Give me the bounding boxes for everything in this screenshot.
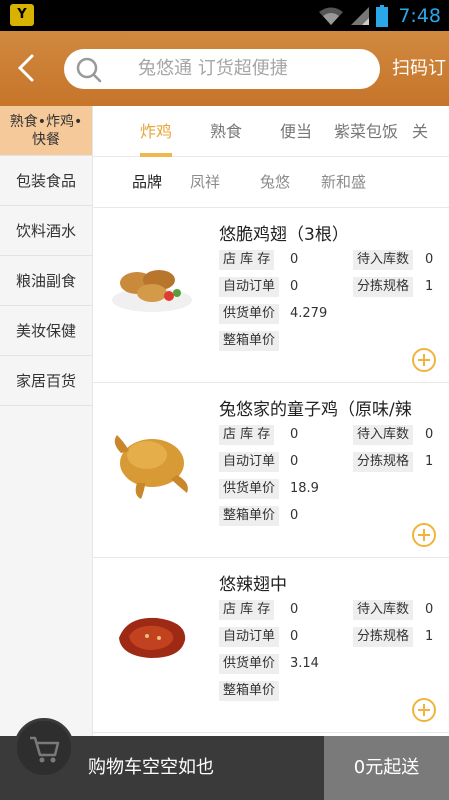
- tab-kimbap[interactable]: 紫菜包饭: [334, 106, 398, 157]
- tab-deli[interactable]: 熟食: [210, 106, 242, 157]
- unit-price-label: 供货单价: [219, 654, 280, 674]
- status-bar: Y 7:48: [0, 0, 449, 31]
- brand-fengxiang[interactable]: 凤祥: [190, 157, 220, 208]
- sidebar-item-home[interactable]: 家居百货: [0, 356, 92, 406]
- spec-label: 分拣规格: [353, 277, 414, 297]
- auto-order-label: 自动订单: [219, 627, 280, 647]
- stock-value: 0: [290, 252, 299, 267]
- chevron-left-icon: [17, 54, 34, 82]
- wifi-icon: [319, 7, 344, 25]
- pending-value: 0: [425, 427, 434, 442]
- tab-fried-chicken[interactable]: 炸鸡: [140, 106, 172, 157]
- cart-button[interactable]: [14, 718, 74, 778]
- pending-value: 0: [425, 602, 434, 617]
- product-item[interactable]: 悠辣翅中 店 库 存 0 待入库数 0 自动订单 0 分拣规格 1 供货单价 3…: [93, 558, 449, 733]
- pending-label: 待入库数: [353, 250, 414, 270]
- pending-label: 待入库数: [353, 600, 414, 620]
- spec-value: 1: [425, 279, 434, 294]
- brand-label: 品牌: [132, 173, 163, 191]
- box-price-label: 整箱单价: [219, 506, 280, 526]
- sidebar-item-beauty[interactable]: 美妆保健: [0, 306, 92, 356]
- product-name: 悠脆鸡翅（3根）: [219, 225, 349, 245]
- tab-bento[interactable]: 便当: [280, 106, 312, 157]
- signal-icon: [351, 6, 370, 25]
- stock-value: 0: [290, 602, 299, 617]
- add-to-cart-button[interactable]: [412, 698, 436, 722]
- product-list: 悠脆鸡翅（3根） 店 库 存 0 待入库数 0 自动订单 0 分拣规格 1 供货…: [93, 208, 449, 733]
- spec-label: 分拣规格: [353, 627, 414, 647]
- checkout-button[interactable]: 0元起送: [324, 736, 449, 800]
- pending-label: 待入库数: [353, 425, 414, 445]
- tab-more[interactable]: 关: [412, 106, 428, 157]
- sidebar-item-packaged[interactable]: 包装食品: [0, 156, 92, 206]
- stock-label: 店 库 存: [219, 600, 275, 620]
- add-to-cart-button[interactable]: [412, 348, 436, 372]
- search-icon: [76, 57, 102, 83]
- product-item[interactable]: 兔悠家的童子鸡（原味/辣 店 库 存 0 待入库数 0 自动订单 0 分拣规格 …: [93, 383, 449, 558]
- product-name: 悠辣翅中: [219, 575, 287, 595]
- sidebar-item-deli[interactable]: 熟食•炸鸡•快餐: [0, 106, 92, 156]
- spec-label: 分拣规格: [353, 452, 414, 472]
- unit-price-value: 4.279: [290, 306, 328, 321]
- back-button[interactable]: [10, 51, 44, 85]
- product-name: 兔悠家的童子鸡（原味/辣: [219, 400, 412, 420]
- box-price-value: 0: [290, 508, 299, 523]
- stock-label: 店 库 存: [219, 425, 275, 445]
- cart-status: 购物车空空如也: [88, 757, 214, 778]
- product-image: [114, 435, 188, 499]
- shopping-cart-icon: [30, 736, 60, 763]
- stock-value: 0: [290, 427, 299, 442]
- unit-price-value: 18.9: [290, 481, 319, 496]
- cart-bar: 购物车空空如也 0元起送: [0, 718, 449, 800]
- box-price-label: 整箱单价: [219, 681, 280, 701]
- subcategory-tabs: 炸鸡 熟食 便当 紫菜包饭 关: [93, 106, 449, 157]
- spec-value: 1: [425, 629, 434, 644]
- auto-order-label: 自动订单: [219, 277, 280, 297]
- auto-order-value: 0: [290, 454, 299, 469]
- brand-xinhesheng[interactable]: 新和盛: [321, 157, 366, 208]
- spec-value: 1: [425, 454, 434, 469]
- status-icons: 7:48: [318, 0, 449, 31]
- box-price-label: 整箱单价: [219, 331, 280, 351]
- auto-order-value: 0: [290, 279, 299, 294]
- sidebar-item-grocery[interactable]: 粮油副食: [0, 256, 92, 306]
- category-sidebar: 熟食•炸鸡•快餐 包装食品 饮料酒水 粮油副食 美妆保健 家居百货: [0, 106, 93, 736]
- add-to-cart-button[interactable]: [412, 523, 436, 547]
- search-input[interactable]: 兔悠通 订货超便捷: [64, 49, 380, 89]
- brand-filter: 品牌 凤祥 兔悠 新和盛: [93, 157, 449, 208]
- unit-price-label: 供货单价: [219, 304, 280, 324]
- app-notification-icon: Y: [10, 4, 34, 26]
- unit-price-label: 供货单价: [219, 479, 280, 499]
- product-image: [112, 270, 192, 312]
- header: 兔悠通 订货超便捷 扫码订: [0, 31, 449, 106]
- product-item[interactable]: 悠脆鸡翅（3根） 店 库 存 0 待入库数 0 自动订单 0 分拣规格 1 供货…: [93, 208, 449, 383]
- stock-label: 店 库 存: [219, 250, 275, 270]
- unit-price-value: 3.14: [290, 656, 319, 671]
- scan-order-button[interactable]: 扫码订: [392, 31, 446, 106]
- auto-order-label: 自动订单: [219, 452, 280, 472]
- sidebar-item-drinks[interactable]: 饮料酒水: [0, 206, 92, 256]
- battery-icon: [376, 4, 389, 27]
- search-placeholder: 兔悠通 订货超便捷: [138, 58, 288, 79]
- auto-order-value: 0: [290, 629, 299, 644]
- pending-value: 0: [425, 252, 434, 267]
- product-image: [119, 617, 186, 658]
- clock: 7:48: [398, 4, 441, 27]
- brand-tuyou[interactable]: 兔悠: [260, 157, 290, 208]
